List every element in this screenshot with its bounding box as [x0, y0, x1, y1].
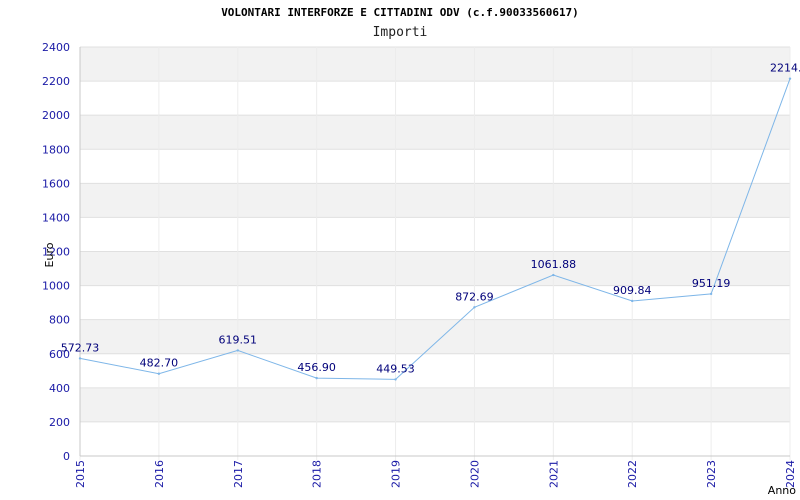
grid-band: [80, 387, 790, 422]
y-tick-label: 200: [49, 416, 70, 429]
x-tick-label: 2015: [74, 460, 87, 488]
data-label: 482.70: [140, 357, 179, 370]
y-axis-label: Euro: [43, 242, 56, 267]
grid-band: [80, 183, 790, 218]
data-point: [315, 376, 318, 380]
x-tick-label: 2021: [547, 460, 560, 488]
x-tick-label: 2022: [626, 460, 639, 488]
data-label: 572.73: [61, 341, 100, 354]
data-point: [709, 292, 713, 296]
data-label: 872.69: [455, 290, 494, 303]
grid-band: [80, 251, 790, 286]
y-tick-label: 1800: [42, 143, 70, 156]
y-tick-label: 2000: [42, 109, 70, 122]
x-axis-label: Anno: [768, 484, 796, 497]
y-tick-label: 1600: [42, 177, 70, 190]
data-label: 619.51: [219, 333, 258, 346]
line-chart: 0200400600800100012001400160018002000220…: [42, 41, 800, 497]
grid-band: [80, 319, 790, 354]
data-label: 2214.3: [770, 62, 800, 75]
y-tick-label: 1000: [42, 280, 70, 293]
y-tick-label: 800: [49, 314, 70, 327]
x-tick-label: 2023: [705, 460, 718, 488]
data-point: [631, 299, 634, 303]
x-tick-label: 2020: [468, 460, 481, 488]
x-tick-label: 2018: [311, 460, 324, 488]
data-label: 449.53: [376, 362, 415, 375]
data-point: [473, 306, 476, 309]
x-tick-label: 2016: [153, 460, 166, 488]
data-point: [394, 378, 397, 381]
grid-band: [80, 47, 790, 82]
data-point: [78, 357, 82, 360]
y-tick-label: 2400: [42, 41, 70, 54]
x-tick-label: 2017: [232, 460, 245, 488]
y-tick-label: 0: [63, 450, 70, 463]
y-tick-label: 2200: [42, 75, 70, 88]
chart-container: VOLONTARI INTERFORZE E CITTADINI ODV (c.…: [0, 0, 800, 500]
x-tick-label: 2019: [390, 460, 403, 488]
y-tick-label: 400: [49, 382, 70, 395]
data-label: 951.19: [692, 277, 731, 290]
data-label: 909.84: [613, 284, 652, 297]
data-point: [236, 349, 239, 352]
grid-band: [80, 115, 790, 150]
data-label: 1061.88: [531, 258, 577, 271]
x-axis-ticks: 2015 2016 2017 2018 2019 2020 2021 2022 2023 2024: [74, 460, 797, 488]
data-label: 456.90: [297, 361, 336, 374]
data-point: [788, 77, 792, 80]
y-tick-label: 1400: [42, 211, 70, 224]
data-point: [157, 372, 161, 375]
data-point: [552, 273, 555, 277]
